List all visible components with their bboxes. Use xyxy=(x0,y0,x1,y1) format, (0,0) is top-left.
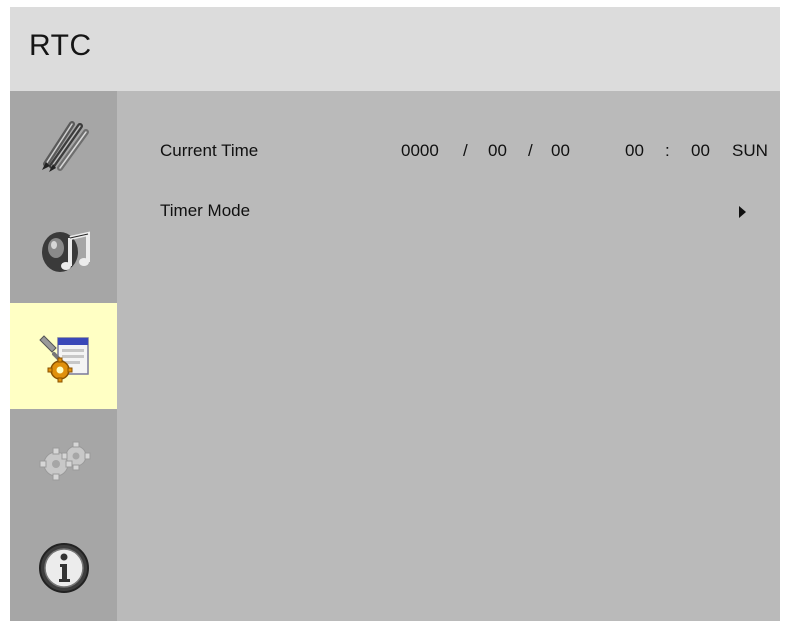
day-field[interactable]: 00 xyxy=(551,141,570,161)
audio-speaker-icon xyxy=(41,231,90,272)
sidebar xyxy=(10,91,117,621)
pen-brushes-icon xyxy=(41,121,89,172)
page-title: RTC xyxy=(29,29,92,62)
hour-field[interactable]: 00 xyxy=(625,141,644,161)
sidebar-item-information[interactable] xyxy=(10,515,117,621)
settings-tools-icon xyxy=(38,335,89,383)
current-time-label: Current Time xyxy=(160,141,259,160)
date-separator: / xyxy=(463,141,468,160)
year-field[interactable]: 0000 xyxy=(401,141,439,161)
header-bar: RTC xyxy=(10,7,780,91)
gears-icon xyxy=(39,441,90,481)
weekday-field[interactable]: SUN xyxy=(732,141,768,161)
month-field[interactable]: 00 xyxy=(488,141,507,161)
rtc-menu-panel: Current Time 0000 / 00 / 00 00 : 00 SUN … xyxy=(117,91,780,621)
time-separator: : xyxy=(665,141,670,160)
minute-field[interactable]: 00 xyxy=(691,141,710,161)
sidebar-item-advanced[interactable] xyxy=(10,409,117,515)
timer-mode-label: Timer Mode xyxy=(160,201,251,220)
sidebar-item-setup[interactable] xyxy=(10,303,117,409)
sidebar-item-picture[interactable] xyxy=(10,91,117,197)
date-separator: / xyxy=(528,141,533,160)
sidebar-item-audio[interactable] xyxy=(10,197,117,303)
rtc-osd-window: RTC Current Time 0000 / 00 / 00 00: 00 … xyxy=(10,7,780,621)
info-icon xyxy=(38,543,89,593)
arrow-right-icon[interactable] xyxy=(739,206,746,218)
